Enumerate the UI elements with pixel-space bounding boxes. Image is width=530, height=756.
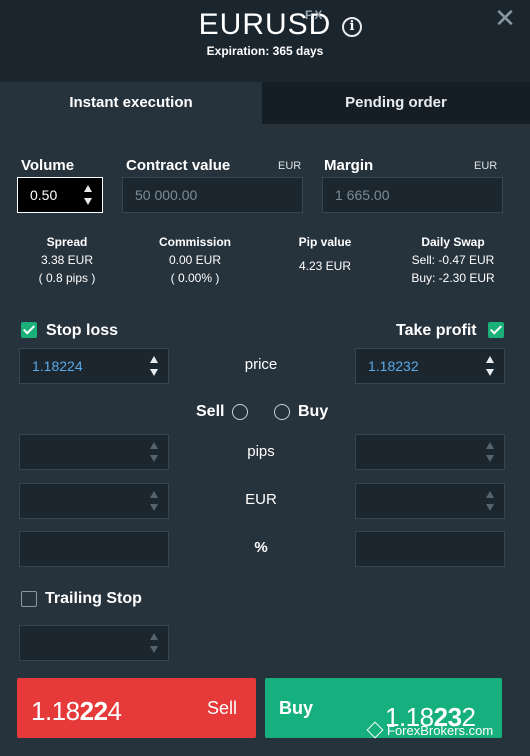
contract-value-value: 50 000.00 (135, 187, 198, 203)
instrument-type-tag: FX (305, 8, 325, 22)
stepper-up-icon[interactable] (150, 633, 158, 640)
commission-label: Commission (158, 235, 231, 249)
stepper-up-icon[interactable] (486, 356, 494, 363)
trailing-stop-checkbox[interactable] (21, 591, 37, 607)
take-profit-pips-stepper[interactable] (486, 440, 496, 466)
stepper-up-icon[interactable] (486, 491, 494, 498)
contract-value-label: Contract value (126, 157, 231, 174)
eur-row-label: EUR (245, 491, 277, 508)
stepper-down-icon[interactable] (150, 646, 158, 653)
direction-sell-radio[interactable] (232, 404, 248, 420)
spread-value: 3.38 EUR (40, 253, 94, 267)
price-row-label: price (244, 356, 278, 373)
order-type-tabs: Instant execution Pending order (0, 82, 530, 124)
take-profit-label: Take profit (396, 322, 477, 339)
commission-stat: Commission 0.00 EUR ( 0.00% ) (145, 233, 245, 287)
contract-value-field: 50 000.00 (122, 177, 303, 213)
close-icon[interactable]: ✕ (493, 5, 517, 31)
direction-sell-label: Sell (196, 403, 225, 420)
margin-label: Margin (324, 157, 374, 174)
direction-buy-label: Buy (298, 403, 329, 420)
sell-button-label: Sell (207, 698, 238, 718)
take-profit-price-input[interactable]: 1.18232 (355, 348, 505, 384)
stop-loss-pips-input[interactable] (19, 434, 169, 470)
pip-value-stat: Pip value 4.23 EUR (280, 233, 370, 275)
trailing-stop-input[interactable] (19, 625, 169, 661)
volume-input[interactable]: 0.50 (17, 177, 103, 213)
take-profit-pips-input[interactable] (355, 434, 505, 470)
buy-button-label: Buy (279, 698, 314, 718)
watermark: ForexBrokers.com (366, 721, 494, 739)
stop-loss-eur-input[interactable] (19, 483, 169, 519)
spread-pips: ( 0.8 pips ) (38, 271, 96, 285)
stepper-down-icon[interactable] (486, 504, 494, 511)
stop-loss-pips-stepper[interactable] (150, 440, 160, 466)
dialog-header: EURUSD FX i Expiration: 365 days ✕ (0, 0, 530, 82)
take-profit-checkbox[interactable] (488, 322, 504, 338)
take-profit-percent-input[interactable] (355, 531, 505, 567)
commission-value: 0.00 EUR (168, 253, 222, 267)
take-profit-eur-stepper[interactable] (486, 489, 496, 515)
info-icon[interactable]: i (342, 17, 362, 37)
pip-value-value: 4.23 EUR (298, 259, 352, 273)
title-block: EURUSD (0, 8, 530, 42)
stop-loss-stepper[interactable] (150, 354, 160, 380)
percent-row-label: % (254, 539, 268, 556)
tab-instant-execution[interactable]: Instant execution (0, 82, 262, 124)
contract-value-currency: EUR (278, 160, 302, 172)
stop-loss-price-value: 1.18224 (32, 358, 83, 374)
volume-value: 0.50 (30, 187, 58, 203)
spread-stat: Spread 3.38 EUR ( 0.8 pips ) (22, 233, 112, 287)
stop-loss-eur-stepper[interactable] (150, 489, 160, 515)
margin-value: 1 665.00 (335, 187, 390, 203)
expiration-text: Expiration: 365 days (206, 44, 324, 58)
pip-value-label: Pip value (298, 235, 352, 249)
daily-swap-sell: Sell: -0.47 EUR (411, 253, 495, 267)
tab-pending-order[interactable]: Pending order (262, 82, 530, 124)
take-profit-eur-input[interactable] (355, 483, 505, 519)
stop-loss-checkbox[interactable] (21, 322, 37, 338)
sell-button[interactable]: 1.18224 Sell (17, 678, 256, 738)
commission-percent: ( 0.00% ) (170, 271, 220, 285)
daily-swap-stat: Daily Swap Sell: -0.47 EUR Buy: -2.30 EU… (398, 233, 508, 287)
stepper-down-icon[interactable] (486, 455, 494, 462)
stop-loss-price-input[interactable]: 1.18224 (19, 348, 169, 384)
daily-swap-buy: Buy: -2.30 EUR (411, 271, 495, 285)
stop-loss-percent-input[interactable] (19, 531, 169, 567)
stepper-down-icon[interactable] (150, 455, 158, 462)
stepper-down-icon[interactable] (150, 369, 158, 376)
take-profit-stepper[interactable] (486, 354, 496, 380)
sell-price-fraction: 4 (107, 696, 122, 726)
sell-price-prefix: 1.18 (31, 696, 80, 726)
direction-buy-radio[interactable] (274, 404, 290, 420)
stepper-up-icon[interactable] (150, 442, 158, 449)
stepper-up-icon[interactable] (486, 442, 494, 449)
stepper-up-icon[interactable] (84, 185, 92, 192)
spread-label: Spread (46, 235, 88, 249)
stepper-down-icon[interactable] (84, 198, 92, 205)
volume-stepper[interactable] (84, 183, 94, 209)
pips-row-label: pips (247, 443, 275, 460)
sell-price-pips: 22 (79, 696, 108, 726)
sell-price: 1.18224 (31, 696, 122, 727)
margin-currency: EUR (474, 160, 498, 172)
stop-loss-label: Stop loss (46, 322, 119, 339)
margin-field: 1 665.00 (322, 177, 503, 213)
take-profit-price-value: 1.18232 (368, 358, 419, 374)
trailing-stop-stepper[interactable] (150, 631, 160, 657)
stepper-down-icon[interactable] (150, 504, 158, 511)
daily-swap-label: Daily Swap (421, 235, 485, 249)
trailing-stop-label: Trailing Stop (45, 590, 142, 607)
volume-label: Volume (21, 157, 75, 174)
stepper-up-icon[interactable] (150, 491, 158, 498)
diamond-logo-icon (366, 721, 384, 739)
stepper-down-icon[interactable] (486, 369, 494, 376)
stepper-up-icon[interactable] (150, 356, 158, 363)
watermark-text: ForexBrokers.com (387, 723, 494, 738)
